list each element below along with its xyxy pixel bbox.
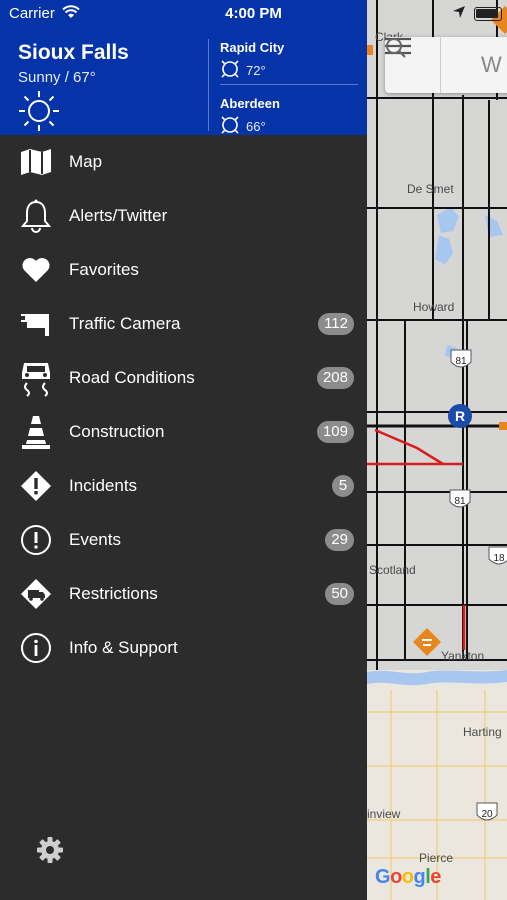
info-icon: [18, 630, 54, 666]
menu-item-traffic-camera[interactable]: Traffic Camera 112: [0, 297, 367, 351]
svg-text:81: 81: [455, 356, 467, 367]
menu-item-label: Restrictions: [69, 584, 158, 603]
place-label: Yankton: [441, 649, 485, 663]
svg-text:20: 20: [481, 809, 493, 820]
battery-icon: [474, 7, 502, 21]
heart-icon: [18, 252, 54, 288]
count-badge: 208: [316, 367, 354, 389]
count-badge: 29: [325, 529, 354, 551]
gear-icon[interactable]: [36, 836, 64, 864]
menu-item-label: Construction: [69, 422, 165, 441]
svg-text:R: R: [455, 408, 465, 424]
place-label: Pierce: [419, 851, 454, 865]
sun-icon: [18, 90, 60, 137]
menu-item-construction[interactable]: Construction 109: [0, 405, 367, 459]
map-icon: [18, 144, 54, 180]
count-badge: 50: [325, 583, 354, 605]
map-search-bar[interactable]: W: [385, 37, 507, 93]
menu-item-road-conditions[interactable]: Road Conditions 208: [0, 351, 367, 405]
menu-item-favorites[interactable]: Favorites: [0, 243, 367, 297]
weather-divider: [208, 39, 209, 131]
traffic-cone-icon: [18, 414, 54, 450]
count-badge: 5: [332, 475, 354, 497]
place-label: Howard: [413, 300, 455, 314]
menu-item-restrictions[interactable]: Restrictions 50: [0, 567, 367, 621]
road-conditions-icon: [18, 360, 54, 397]
location-arrow-icon: [452, 5, 466, 23]
svg-text:18: 18: [493, 553, 505, 564]
place-label: Harting: [463, 725, 502, 739]
side-drawer-menu: Map Alerts/Twitter Favorites Traffic Cam…: [0, 135, 367, 900]
secondary-weather-1[interactable]: Rapid City 72°: [220, 40, 284, 82]
bell-icon: [18, 198, 54, 234]
truck-restriction-icon: [18, 576, 54, 612]
map-canvas: 81 81 18 20 R: [367, 0, 507, 900]
secondary-temp: 72°: [246, 63, 266, 78]
menu-item-label: Favorites: [69, 260, 139, 279]
menu-item-label: Incidents: [69, 476, 138, 495]
primary-condition: Sunny / 67°: [18, 69, 96, 86]
count-badge: 109: [316, 421, 354, 443]
menu-item-info-support[interactable]: Info & Support: [0, 621, 367, 675]
menu-item-label: Road Conditions: [69, 368, 195, 387]
secondary-temp: 66°: [246, 119, 266, 134]
google-logo: Google: [375, 866, 441, 888]
menu-item-map[interactable]: Map: [0, 135, 367, 189]
search-input[interactable]: W: [481, 52, 502, 78]
status-bar: Carrier 4:00 PM: [0, 0, 507, 26]
status-time: 4:00 PM: [225, 5, 282, 22]
menu-item-label: Traffic Camera: [69, 314, 181, 333]
secondary-city: Rapid City: [220, 40, 285, 55]
svg-text:81: 81: [454, 496, 466, 507]
menu-item-label: Map: [69, 152, 103, 171]
menu-item-alerts-twitter[interactable]: Alerts/Twitter: [0, 189, 367, 243]
count-badge: 112: [318, 313, 354, 335]
place-label: Scotland: [369, 563, 416, 577]
sun-outline-icon: [220, 59, 240, 82]
primary-city: Sioux Falls: [18, 41, 129, 64]
secondary-weather-2[interactable]: Aberdeen 66°: [220, 96, 280, 138]
place-label: inview: [367, 807, 401, 821]
primary-weather[interactable]: Sioux Falls Sunny / 67°: [18, 41, 129, 86]
map-view[interactable]: 8181 1820 R Clark De Smet Howard Scotlan…: [367, 0, 507, 900]
menu-item-label: Alerts/Twitter: [69, 206, 168, 225]
exclamation-circle-icon: [18, 522, 54, 558]
menu-item-label: Events: [69, 530, 121, 549]
traffic-camera-icon: [18, 306, 54, 342]
menu-item-events[interactable]: Events 29: [0, 513, 367, 567]
weather-separator: [220, 84, 358, 85]
place-label: De Smet: [407, 182, 454, 196]
menu-item-label: Info & Support: [69, 638, 178, 657]
secondary-city: Aberdeen: [220, 96, 280, 111]
warning-diamond-icon: [18, 468, 54, 504]
menu-item-incidents[interactable]: Incidents 5: [0, 459, 367, 513]
